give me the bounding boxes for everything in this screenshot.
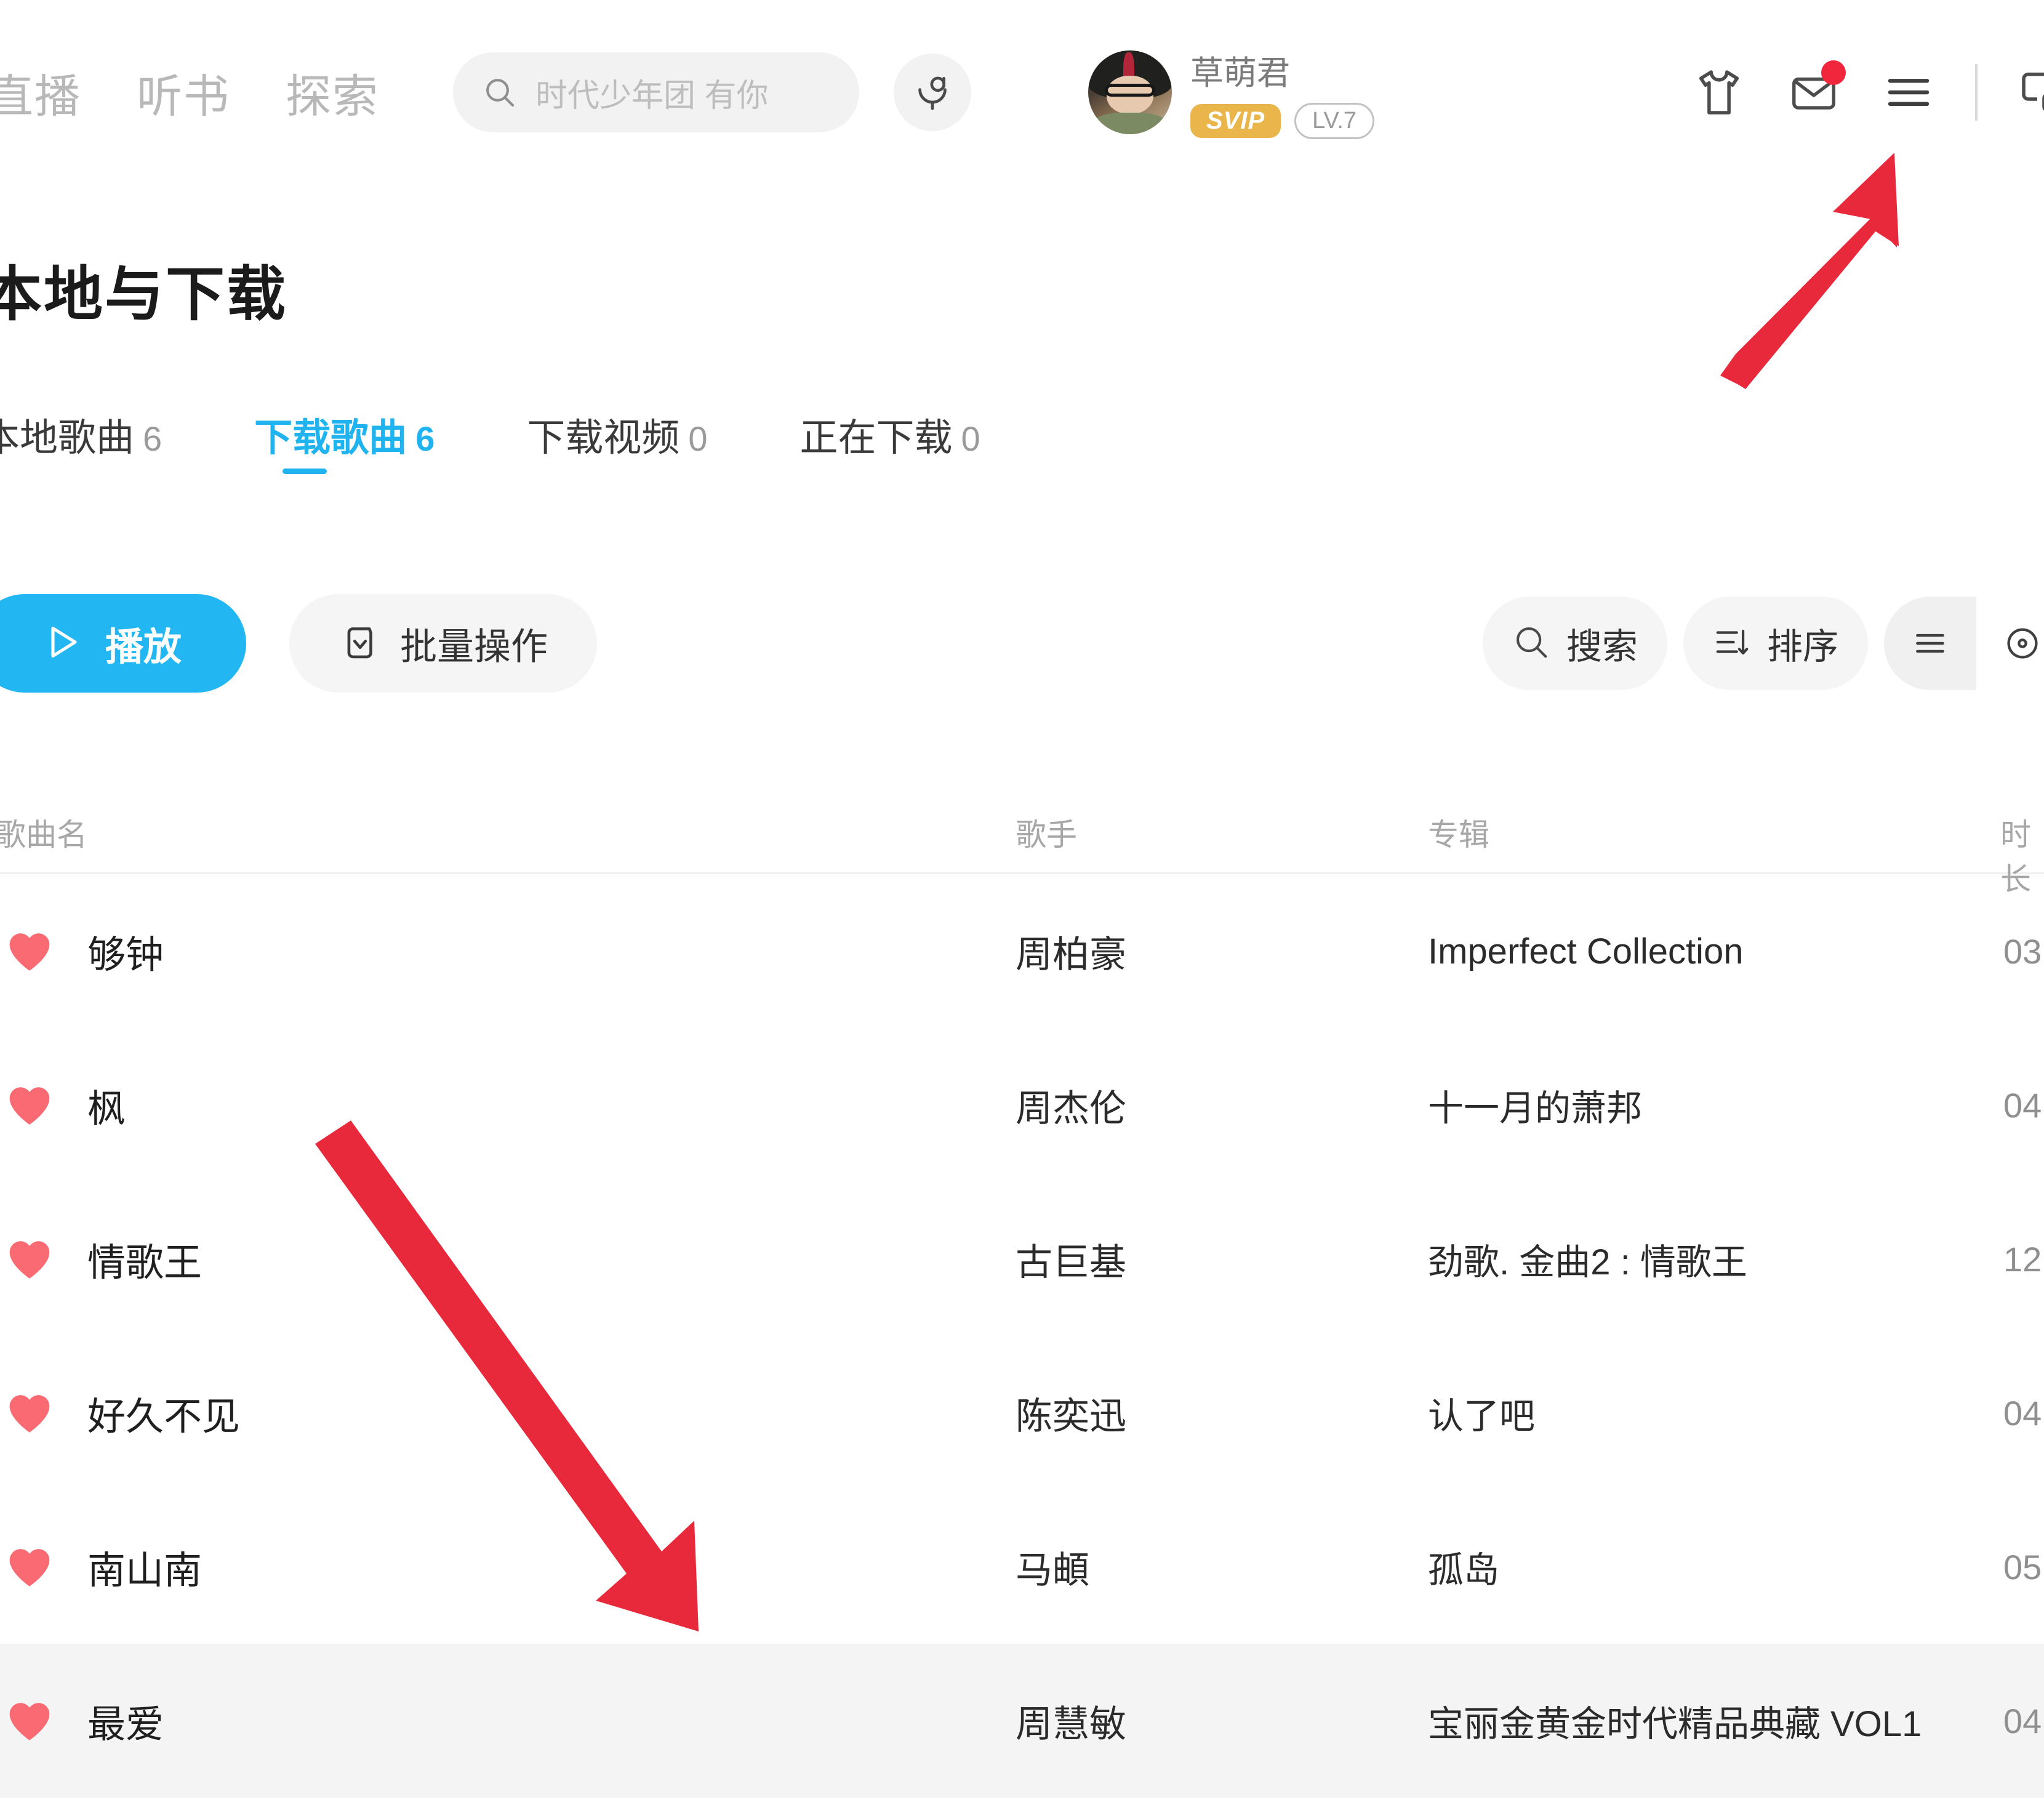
tab-downloading-count: 0: [961, 419, 980, 458]
cell-duration: 04:: [2003, 1701, 2044, 1740]
list-view-icon[interactable]: [1884, 597, 1976, 690]
tab-local-songs[interactable]: 本地歌曲 6: [0, 406, 162, 478]
cell-album[interactable]: 宝丽金黄金时代精品典藏 VOL1: [1428, 1695, 1922, 1747]
content-tabs: 本地歌曲 6 下载歌曲 6 下载视频 0 正在下载 0: [0, 406, 980, 478]
cell-duration: 04:: [2003, 1393, 2044, 1433]
table-row[interactable]: 情歌王 古巨基 劲歌. 金曲2 : 情歌王 12:: [0, 1182, 2044, 1336]
search-list-label: 搜索: [1566, 627, 1638, 667]
tshirt-icon[interactable]: [1691, 64, 1747, 121]
cell-song: 最爱: [87, 1703, 164, 1746]
cell-duration: 04:: [2003, 1085, 2044, 1125]
cell-artist[interactable]: 马頔: [1016, 1540, 1089, 1594]
tab-downloading-label: 正在下载: [800, 417, 953, 459]
search-list-button[interactable]: 搜索: [1482, 597, 1667, 690]
cell-album[interactable]: 认了吧: [1428, 1387, 1535, 1439]
search-input[interactable]: 时代少年团 有你: [535, 70, 768, 116]
table-header: 歌曲名 歌手 专辑 时长: [0, 782, 2044, 896]
heart-icon[interactable]: [6, 1084, 53, 1127]
play-all-label: 播放: [105, 626, 182, 669]
red-arrow-to-menu-icon: [1720, 153, 1899, 389]
cell-artist[interactable]: 陈奕迅: [1016, 1386, 1126, 1440]
heart-icon[interactable]: [6, 1237, 53, 1281]
cell-artist[interactable]: 古巨基: [1016, 1233, 1126, 1286]
user-profile[interactable]: 草萌君 SVIP LV.7: [1088, 46, 1375, 139]
play-triangle-icon: [40, 620, 84, 667]
nav-item-explore[interactable]: 探索: [286, 60, 379, 126]
heart-icon[interactable]: [6, 1699, 53, 1742]
cell-artist[interactable]: 周慧敏: [1016, 1694, 1126, 1748]
cell-duration: 03:: [2003, 931, 2044, 971]
table-row[interactable]: 枫 周杰伦 十一月的萧邦 04:: [0, 1028, 2044, 1182]
sort-button[interactable]: 排序: [1683, 597, 1868, 690]
tab-downloaded-videos-count: 0: [688, 419, 708, 458]
mail-unread-badge: [1821, 60, 1846, 85]
user-name: 草萌君: [1190, 55, 1290, 92]
view-mode-switch: [1884, 597, 2044, 690]
level-badge[interactable]: LV.7: [1294, 103, 1375, 139]
tab-local-songs-count: 6: [143, 419, 162, 458]
cell-artist[interactable]: 周杰伦: [1016, 1079, 1126, 1132]
song-list: 够钟 周柏豪 Imperfect Collection 03: 枫 周杰伦 十一…: [0, 874, 2044, 1798]
cell-song: 枫: [87, 1088, 126, 1130]
svip-badge[interactable]: SVIP: [1190, 104, 1281, 138]
heart-icon[interactable]: [6, 930, 53, 973]
header-icon-group: [1691, 60, 2044, 121]
page-title: 本地与下载: [0, 262, 287, 328]
batch-operation-label: 批量操作: [400, 625, 548, 667]
cell-album[interactable]: 劲歌. 金曲2 : 情歌王: [1428, 1233, 1747, 1285]
sort-icon: [1713, 623, 1751, 664]
batch-operation-button[interactable]: 批量操作: [289, 594, 597, 693]
tab-local-songs-label: 本地歌曲: [0, 417, 135, 459]
tab-downloaded-videos-label: 下载视频: [527, 417, 680, 459]
checkbox-check-icon: [339, 621, 382, 667]
table-row[interactable]: 南山南 马頔 孤岛 05:: [0, 1490, 2044, 1644]
tab-downloaded-songs-label: 下载歌曲: [254, 417, 407, 459]
disc-view-icon[interactable]: [1976, 597, 2044, 690]
cell-album[interactable]: 孤岛: [1428, 1541, 1499, 1593]
cell-song: 南山南: [87, 1550, 202, 1592]
user-badges: SVIP LV.7: [1190, 103, 1375, 139]
cell-artist[interactable]: 周柏豪: [1016, 925, 1126, 978]
cell-album[interactable]: Imperfect Collection: [1428, 931, 1744, 972]
nav-item-live[interactable]: 直播: [0, 60, 81, 126]
cell-duration: 12:: [2003, 1239, 2044, 1279]
heart-icon[interactable]: [6, 1545, 53, 1588]
cell-song: 好久不见: [87, 1396, 241, 1438]
sort-label: 排序: [1766, 627, 1838, 667]
column-header-artist[interactable]: 歌手: [1016, 810, 1077, 855]
tab-downloaded-songs[interactable]: 下载歌曲 6: [254, 406, 435, 478]
tab-downloading[interactable]: 正在下载 0: [800, 406, 980, 478]
table-row[interactable]: 够钟 周柏豪 Imperfect Collection 03:: [0, 874, 2044, 1028]
tab-downloaded-videos[interactable]: 下载视频 0: [527, 406, 707, 478]
column-header-song[interactable]: 歌曲名: [0, 810, 87, 855]
hamburger-menu-icon[interactable]: [1880, 64, 1937, 121]
table-row[interactable]: 好久不见 陈奕迅 认了吧 04:: [0, 1336, 2044, 1490]
cell-song: 情歌王: [87, 1242, 202, 1284]
search-icon: [483, 75, 517, 110]
tab-downloaded-songs-count: 6: [415, 419, 435, 458]
play-all-button[interactable]: 播放: [0, 594, 246, 693]
search-icon: [1512, 623, 1550, 664]
primary-nav: 直播 听书 探索: [0, 60, 379, 126]
action-toolbar: 播放 批量操作 搜索 排序: [0, 594, 2044, 699]
heart-icon[interactable]: [6, 1391, 53, 1434]
cast-screen-icon[interactable]: [2016, 64, 2044, 121]
table-row[interactable]: 最爱 周慧敏 宝丽金黄金时代精品典藏 VOL1 04:: [0, 1644, 2044, 1798]
user-meta: 草萌君 SVIP LV.7: [1190, 46, 1375, 139]
global-search-box[interactable]: 时代少年团 有你: [453, 52, 859, 132]
nav-item-audiobook[interactable]: 听书: [137, 60, 230, 126]
mail-icon[interactable]: [1785, 60, 1846, 121]
cell-album[interactable]: 十一月的萧邦: [1428, 1079, 1642, 1131]
top-header: 直播 听书 探索 时代少年团 有你 草萌君 SVIP LV.7: [0, 0, 2044, 185]
list-tools: 搜索 排序: [1482, 597, 2044, 690]
avatar[interactable]: [1088, 50, 1172, 134]
cell-duration: 05:: [2003, 1547, 2044, 1587]
app-root: 直播 听书 探索 时代少年团 有你 草萌君 SVIP LV.7 本地与下载 本地…: [0, 0, 2044, 1818]
header-divider: [1975, 64, 1978, 121]
cell-song: 够钟: [87, 934, 164, 976]
voice-search-icon[interactable]: [894, 54, 971, 131]
column-header-album[interactable]: 专辑: [1428, 810, 1489, 855]
